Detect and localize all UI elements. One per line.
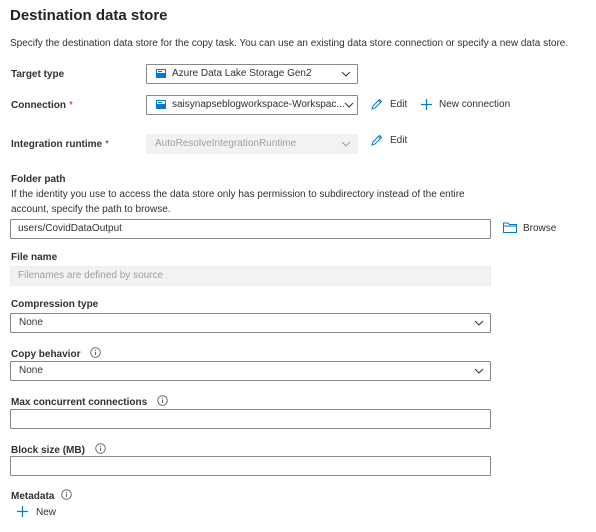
new-connection-label: New connection xyxy=(439,99,511,110)
storage-icon xyxy=(156,69,166,78)
target-type-label: Target type xyxy=(11,69,65,80)
integration-runtime-value: AutoResolveIntegrationRuntime xyxy=(155,138,297,149)
connection-label: Connection * xyxy=(11,100,73,111)
folder-path-help-line1: If the identity you use to access the da… xyxy=(11,189,465,200)
folder-path-label: Folder path xyxy=(11,174,66,185)
file-name-input: Filenames are defined by source xyxy=(10,266,491,286)
max-concurrent-connections-label: Max concurrent connections xyxy=(11,395,168,408)
info-icon[interactable] xyxy=(157,395,168,406)
pencil-icon xyxy=(371,134,383,146)
chevron-down-icon xyxy=(474,320,484,326)
connection-edit-button[interactable]: Edit xyxy=(370,98,410,112)
compression-type-label: Compression type xyxy=(11,299,99,310)
copy-behavior-select[interactable]: None xyxy=(10,361,491,381)
pencil-icon xyxy=(371,98,383,110)
plus-icon xyxy=(17,506,28,517)
required-mark: * xyxy=(69,100,73,111)
required-mark: * xyxy=(105,139,110,150)
file-name-label: File name xyxy=(11,252,58,263)
copy-behavior-label: Copy behavior xyxy=(11,347,102,360)
connection-select[interactable]: saisynapseblogworkspace-Workspac... xyxy=(146,95,358,115)
folder-icon xyxy=(503,222,517,233)
storage-icon xyxy=(156,100,166,109)
chevron-down-icon xyxy=(341,141,351,147)
integration-runtime-label: Integration runtime * xyxy=(11,139,110,150)
target-type-select[interactable]: Azure Data Lake Storage Gen2 xyxy=(146,64,358,84)
compression-type-value: None xyxy=(19,317,43,328)
info-icon[interactable] xyxy=(90,347,102,358)
metadata-new-button[interactable]: New xyxy=(16,505,62,519)
folder-path-input[interactable]: users/CovidDataOutput xyxy=(10,219,491,239)
runtime-edit-button[interactable]: Edit xyxy=(370,134,410,148)
page-title: Destination data store xyxy=(10,7,168,24)
block-size-input[interactable] xyxy=(10,456,491,476)
folder-path-help-line2: account, specify the path to browse. xyxy=(11,204,171,215)
connection-value: saisynapseblogworkspace-Workspac... xyxy=(172,99,344,110)
block-size-label: Block size (MB) xyxy=(11,443,106,456)
metadata-new-label: New xyxy=(36,507,57,518)
info-icon[interactable] xyxy=(61,489,72,500)
file-name-placeholder: Filenames are defined by source xyxy=(18,270,164,281)
target-type-value: Azure Data Lake Storage Gen2 xyxy=(172,68,312,79)
copy-behavior-value: None xyxy=(19,365,43,376)
plus-icon xyxy=(421,99,432,110)
chevron-down-icon xyxy=(341,71,351,77)
runtime-edit-label: Edit xyxy=(390,135,408,146)
browse-label: Browse xyxy=(523,223,557,234)
chevron-down-icon xyxy=(344,102,354,108)
info-icon[interactable] xyxy=(94,443,106,454)
metadata-label: Metadata xyxy=(11,489,72,502)
chevron-down-icon xyxy=(474,368,484,374)
folder-path-value: users/CovidDataOutput xyxy=(18,223,122,234)
browse-button[interactable]: Browse xyxy=(503,221,559,235)
new-connection-button[interactable]: New connection xyxy=(420,98,516,112)
page-description: Specify the destination data store for t… xyxy=(10,38,569,49)
integration-runtime-select: AutoResolveIntegrationRuntime xyxy=(146,134,358,154)
max-concurrent-connections-input[interactable] xyxy=(10,409,491,429)
compression-type-select[interactable]: None xyxy=(10,313,491,333)
connection-edit-label: Edit xyxy=(390,99,408,110)
